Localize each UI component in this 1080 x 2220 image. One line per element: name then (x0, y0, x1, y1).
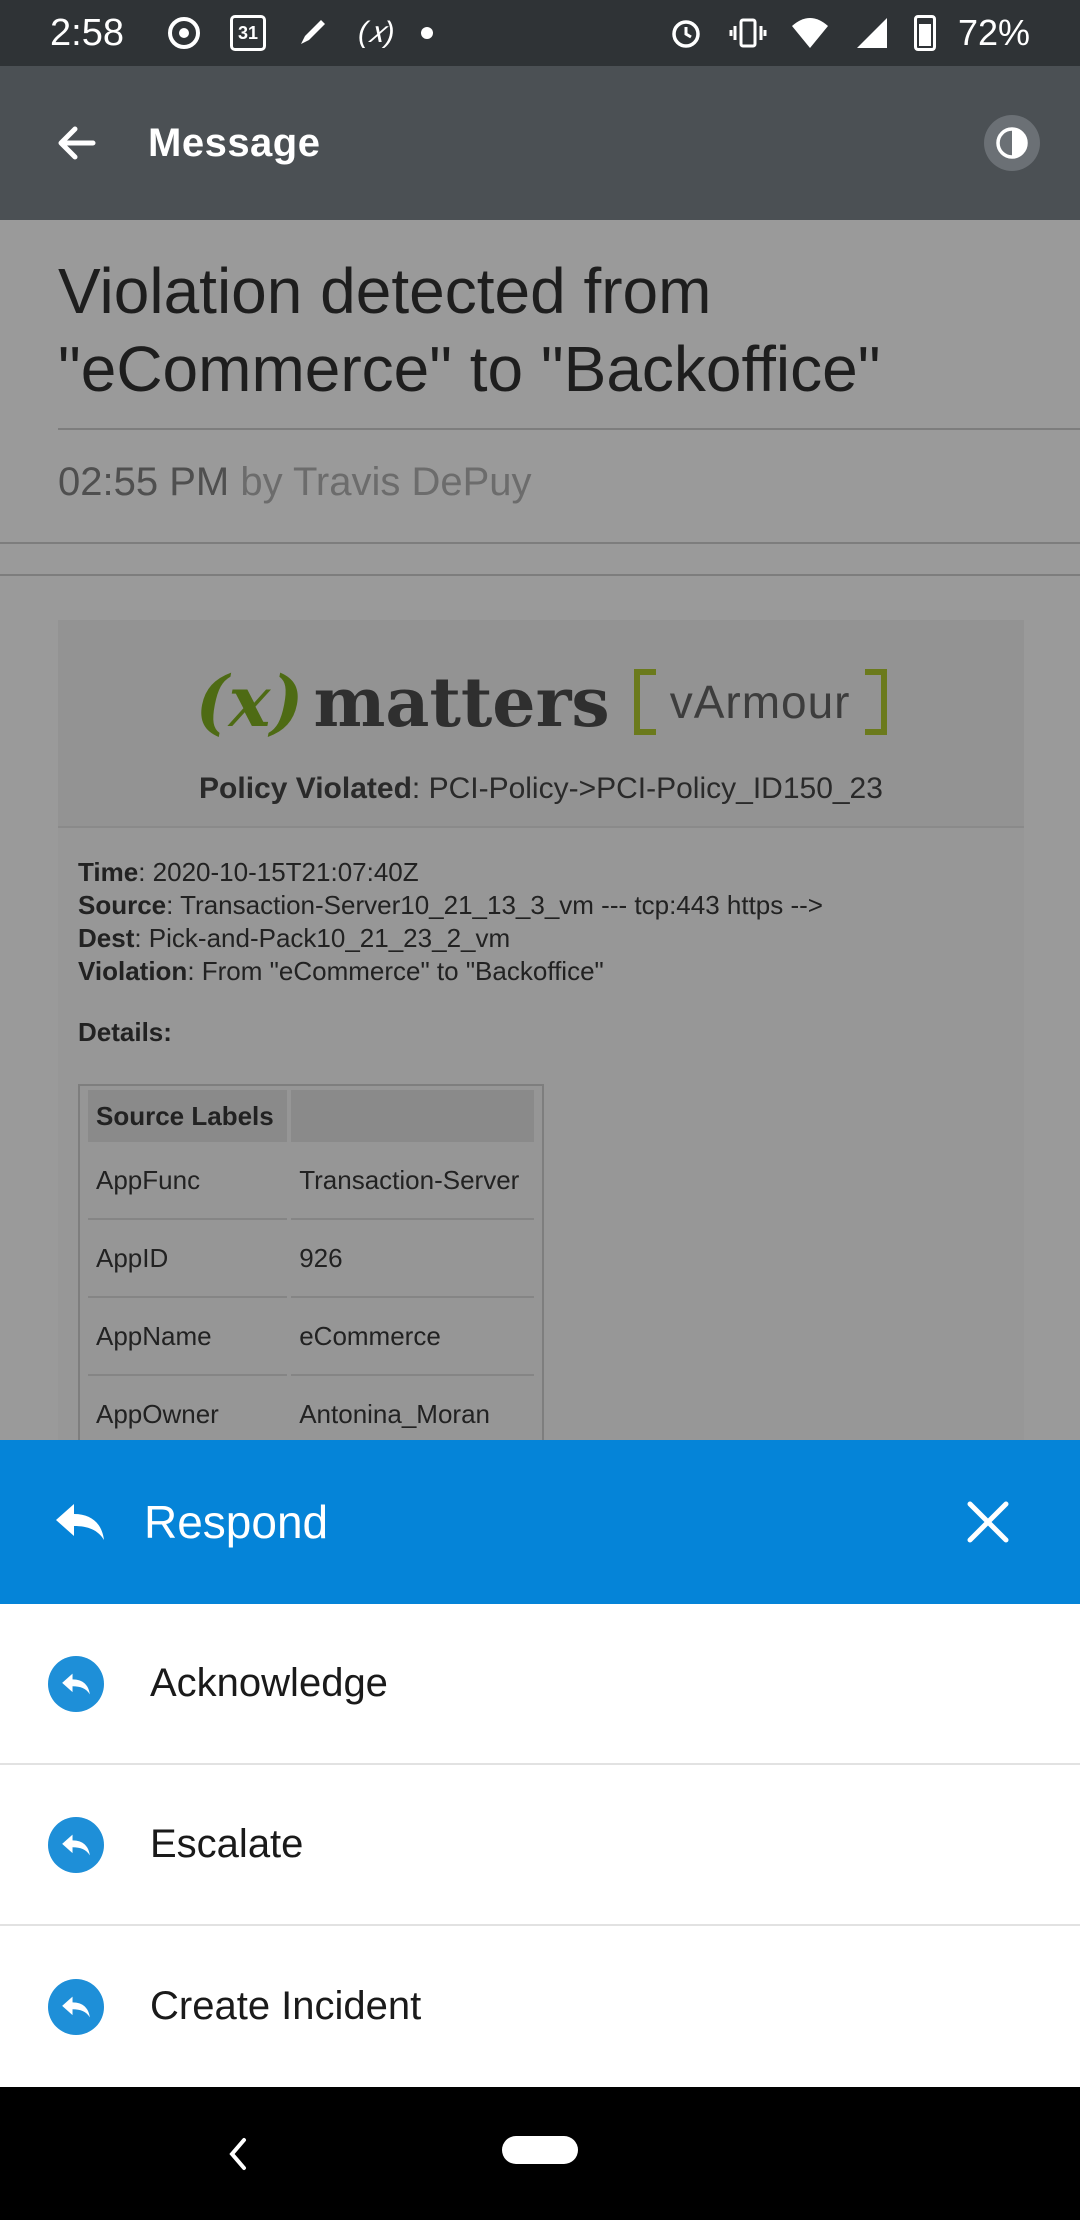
status-system-icons: 72% (666, 12, 1030, 54)
nav-home-pill[interactable] (502, 2136, 578, 2164)
alarm-icon (666, 13, 706, 53)
reply-icon (48, 1816, 104, 1873)
status-bar: 2:58 31 (𝑥) 72% (0, 0, 1080, 66)
respond-sheet-header: Respond (0, 1440, 1080, 1604)
table-header-row: Source Labels (88, 1090, 534, 1142)
system-nav-bar (0, 2088, 1080, 2220)
message-meta: 02:55 PM by Travis DePuy (58, 460, 532, 505)
message-time: 02:55 PM (58, 460, 230, 504)
option-label: Acknowledge (150, 1661, 388, 1705)
field-dest: Dest: Pick-and-Pack10_21_23_2_vm (78, 923, 511, 953)
xmatters-logo: (x) matters (195, 660, 610, 743)
contrast-icon (996, 127, 1028, 159)
status-time: 2:58 (50, 11, 124, 54)
close-icon (967, 1501, 1009, 1543)
varmour-logo: vArmour (633, 668, 887, 735)
arrow-left-icon (58, 126, 96, 160)
divider (0, 542, 1080, 544)
calendar-icon: 31 (229, 15, 266, 51)
xmatters-notification-icon: (𝑥) (357, 16, 395, 49)
wifi-icon (790, 13, 830, 53)
message-author: by Travis DePuy (240, 460, 532, 504)
back-button[interactable] (0, 66, 154, 220)
nav-back-button[interactable] (218, 2126, 258, 2182)
pen-icon (292, 13, 332, 53)
option-label: Escalate (150, 1822, 304, 1866)
table-row: AppOwner Antonina_Moran (88, 1376, 534, 1440)
divider (58, 428, 1080, 430)
option-acknowledge[interactable]: Acknowledge (0, 1604, 1080, 1765)
card-header: (x) matters vArmour Policy Violated: PCI… (58, 620, 1024, 828)
respond-options-list: Acknowledge Escalate Create Incident (0, 1604, 1080, 2087)
field-violation: Violation: From "eCommerce" to "Backoffi… (78, 956, 604, 986)
page-title: Message (148, 120, 321, 165)
field-source: Source: Transaction-Server10_21_13_3_vm … (78, 890, 823, 920)
battery-icon (913, 15, 936, 51)
battery-percent: 72% (957, 12, 1030, 53)
message-title: Violation detected from "eCommerce" to "… (58, 255, 881, 405)
message-content: Violation detected from "eCommerce" to "… (0, 220, 1080, 1440)
divider (0, 574, 1080, 576)
respond-title: Respond (144, 1496, 329, 1548)
cell-signal-icon (852, 13, 892, 53)
message-body-card: (x) matters vArmour Policy Violated: PCI… (58, 620, 1024, 1440)
chrome-icon (164, 13, 204, 53)
vibrate-icon (728, 13, 768, 53)
option-create-incident[interactable]: Create Incident (0, 1926, 1080, 2087)
table-row: AppID 926 (88, 1220, 534, 1298)
app-bar: Message (0, 66, 1080, 220)
reply-icon (48, 1978, 104, 2035)
table-row: AppFunc Transaction-Server (88, 1142, 534, 1220)
status-notification-icons: 31 (𝑥) (164, 13, 433, 53)
violation-details: Time: 2020-10-15T21:07:40Z Source: Trans… (78, 856, 1008, 1049)
reply-icon (48, 1655, 104, 1712)
chevron-left-icon (229, 2138, 246, 2170)
option-label: Create Incident (150, 1984, 422, 2028)
table-row: AppName eCommerce (88, 1298, 534, 1376)
details-label: Details: (78, 1017, 172, 1047)
logo-row: (x) matters vArmour (58, 660, 1024, 743)
reply-icon (54, 1496, 106, 1548)
field-time: Time: 2020-10-15T21:07:40Z (78, 857, 419, 887)
close-button[interactable] (956, 1490, 1020, 1554)
table-header (291, 1090, 534, 1142)
policy-violated: Policy Violated: PCI-Policy->PCI-Policy_… (199, 772, 883, 805)
more-notifications-dot-icon (420, 27, 433, 39)
source-labels-table: Source Labels AppFunc Transaction-Server… (78, 1084, 544, 1440)
table-header: Source Labels (88, 1090, 288, 1142)
theme-toggle-button[interactable] (984, 115, 1040, 171)
option-escalate[interactable]: Escalate (0, 1765, 1080, 1926)
